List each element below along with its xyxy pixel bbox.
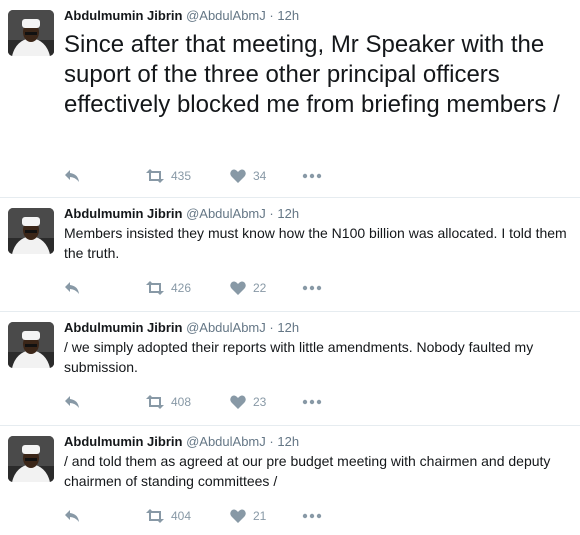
- like-button[interactable]: 34: [230, 169, 302, 183]
- reply-icon: [64, 395, 80, 409]
- tweet-timeline: Abdulmumin Jibrin @AbdulAbmJ · 12h Since…: [0, 0, 580, 535]
- avatar[interactable]: [8, 322, 54, 368]
- timestamp[interactable]: 12h: [277, 434, 299, 449]
- tweet[interactable]: Abdulmumin Jibrin @AbdulAbmJ · 12h / we …: [0, 312, 580, 426]
- timestamp[interactable]: 12h: [277, 8, 299, 23]
- tweet-actions: 435 34: [64, 166, 322, 186]
- author-handle[interactable]: @AbdulAbmJ: [186, 8, 266, 23]
- like-count: 21: [253, 509, 267, 523]
- heart-icon: [230, 509, 246, 523]
- retweet-count: 426: [171, 281, 192, 295]
- author-name[interactable]: Abdulmumin Jibrin: [64, 434, 182, 449]
- more-button[interactable]: [302, 285, 322, 291]
- heart-icon: [230, 169, 246, 183]
- author-name[interactable]: Abdulmumin Jibrin: [64, 206, 182, 221]
- tweet-text: Since after that meeting, Mr Speaker wit…: [64, 31, 560, 118]
- reply-button[interactable]: [64, 395, 146, 409]
- separator-dot: ·: [269, 320, 274, 335]
- reply-icon: [64, 169, 80, 183]
- tweet[interactable]: Abdulmumin Jibrin @AbdulAbmJ · 12h Since…: [0, 0, 580, 198]
- author-name[interactable]: Abdulmumin Jibrin: [64, 320, 182, 335]
- author-handle[interactable]: @AbdulAbmJ: [186, 434, 266, 449]
- more-icon: [302, 173, 322, 179]
- tweet[interactable]: Abdulmumin Jibrin @AbdulAbmJ · 12h Membe…: [0, 198, 580, 312]
- reply-icon: [64, 509, 80, 523]
- retweet-button[interactable]: 404: [146, 509, 230, 523]
- author-handle[interactable]: @AbdulAbmJ: [186, 320, 266, 335]
- tweet-actions: 426 22: [64, 278, 322, 298]
- reply-button[interactable]: [64, 509, 146, 523]
- tweet-actions: 408 23: [64, 392, 322, 412]
- tweet-actions: 404 21: [64, 506, 322, 526]
- retweet-count: 404: [171, 509, 192, 523]
- avatar[interactable]: [8, 208, 54, 254]
- tweet-text: / we simply adopted their reports with l…: [64, 339, 534, 375]
- like-count: 23: [253, 395, 267, 409]
- more-icon: [302, 399, 322, 405]
- retweet-icon: [146, 395, 164, 409]
- more-button[interactable]: [302, 399, 322, 405]
- avatar[interactable]: [8, 436, 54, 482]
- like-count: 34: [253, 169, 267, 183]
- tweet-text: Members insisted they must know how the …: [64, 225, 567, 261]
- reply-icon: [64, 281, 80, 295]
- more-icon: [302, 285, 322, 291]
- retweet-count: 435: [171, 169, 192, 183]
- retweet-icon: [146, 509, 164, 523]
- like-count: 22: [253, 281, 267, 295]
- tweet[interactable]: Abdulmumin Jibrin @AbdulAbmJ · 12h / and…: [0, 426, 580, 535]
- heart-icon: [230, 281, 246, 295]
- retweet-button[interactable]: 435: [146, 169, 230, 183]
- reply-button[interactable]: [64, 169, 146, 183]
- avatar[interactable]: [8, 10, 54, 56]
- separator-dot: ·: [269, 8, 274, 23]
- author-handle[interactable]: @AbdulAbmJ: [186, 206, 266, 221]
- tweet-text: / and told them as agreed at our pre bud…: [64, 453, 551, 489]
- like-button[interactable]: 22: [230, 281, 302, 295]
- more-button[interactable]: [302, 173, 322, 179]
- retweet-icon: [146, 169, 164, 183]
- more-button[interactable]: [302, 513, 322, 519]
- timestamp[interactable]: 12h: [277, 206, 299, 221]
- retweet-button[interactable]: 408: [146, 395, 230, 409]
- author-name[interactable]: Abdulmumin Jibrin: [64, 8, 182, 23]
- like-button[interactable]: 23: [230, 395, 302, 409]
- separator-dot: ·: [269, 434, 274, 449]
- retweet-count: 408: [171, 395, 192, 409]
- like-button[interactable]: 21: [230, 509, 302, 523]
- retweet-icon: [146, 281, 164, 295]
- retweet-button[interactable]: 426: [146, 281, 230, 295]
- reply-button[interactable]: [64, 281, 146, 295]
- separator-dot: ·: [269, 206, 274, 221]
- more-icon: [302, 513, 322, 519]
- timestamp[interactable]: 12h: [277, 320, 299, 335]
- heart-icon: [230, 395, 246, 409]
